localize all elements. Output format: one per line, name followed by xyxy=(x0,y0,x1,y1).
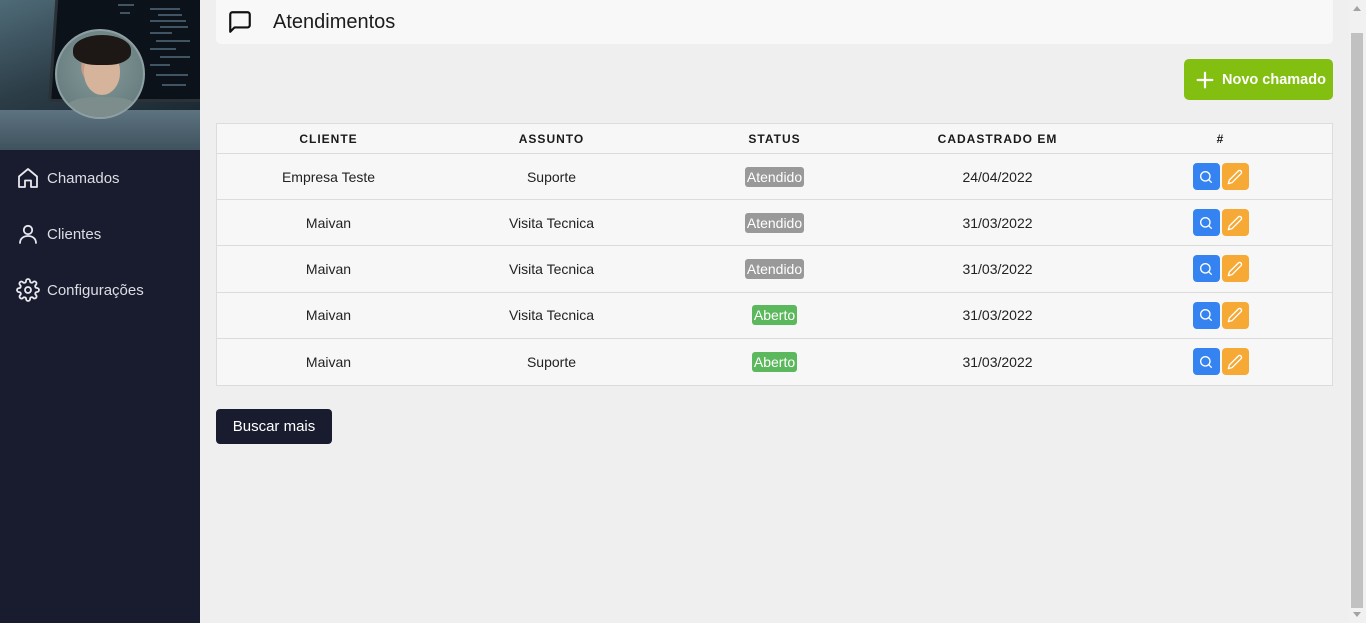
sidebar-item-configuracoes[interactable]: Configurações xyxy=(0,270,200,310)
plus-icon xyxy=(1196,71,1214,88)
sidebar-item-label: Configurações xyxy=(47,281,144,299)
status-badge: Atendido xyxy=(744,166,805,187)
edit-button[interactable] xyxy=(1221,348,1249,376)
load-more-button[interactable]: Buscar mais xyxy=(216,409,332,444)
cell-assunto: Suporte xyxy=(526,168,577,185)
view-button[interactable] xyxy=(1192,255,1220,283)
view-button[interactable] xyxy=(1192,163,1220,191)
scroll-thumb[interactable] xyxy=(1351,33,1363,608)
status-badge: Aberto xyxy=(751,305,798,326)
edit-button[interactable] xyxy=(1221,209,1249,237)
sidebar-item-clientes[interactable]: Clientes xyxy=(0,214,200,254)
cell-cadastrado: 31/03/2022 xyxy=(962,307,1033,324)
column-header-cliente: CLIENTE xyxy=(299,132,358,146)
cell-assunto: Suporte xyxy=(526,353,577,370)
message-square-icon xyxy=(229,11,251,33)
cell-assunto: Visita Tecnica xyxy=(508,260,595,277)
view-button[interactable] xyxy=(1192,209,1220,237)
pencil-icon xyxy=(1227,169,1243,184)
pencil-icon xyxy=(1227,215,1243,231)
pencil-icon xyxy=(1227,261,1243,277)
scroll-down-arrow-icon[interactable] xyxy=(1353,612,1361,617)
cell-assunto: Visita Tecnica xyxy=(508,307,595,324)
cell-cliente: Maivan xyxy=(305,307,352,324)
status-badge: Aberto xyxy=(751,351,798,372)
cell-cliente: Maivan xyxy=(305,260,352,277)
edit-button[interactable] xyxy=(1221,255,1249,283)
table-header: CLIENTE ASSUNTO STATUS CADASTRADO EM # xyxy=(217,124,1332,154)
cell-cliente: Maivan xyxy=(305,214,352,231)
page-header: Atendimentos xyxy=(216,0,1333,44)
search-icon xyxy=(1200,262,1212,275)
table-row: Empresa Teste Suporte Atendido 24/04/202… xyxy=(217,154,1332,201)
search-icon xyxy=(1200,216,1212,229)
new-ticket-label: Novo chamado xyxy=(1222,71,1326,88)
sidebar: Chamados Clientes Configurações xyxy=(0,0,200,623)
column-header-cadastrado: CADASTRADO EM xyxy=(937,132,1058,146)
pencil-icon xyxy=(1227,354,1243,370)
cell-cliente: Maivan xyxy=(305,353,352,370)
tickets-table: CLIENTE ASSUNTO STATUS CADASTRADO EM # E… xyxy=(216,123,1333,386)
cell-cliente: Empresa Teste xyxy=(281,168,376,185)
column-header-actions: # xyxy=(1216,132,1225,146)
new-ticket-button[interactable]: Novo chamado xyxy=(1184,59,1333,100)
search-icon xyxy=(1200,309,1212,322)
edit-button[interactable] xyxy=(1221,301,1249,329)
view-button[interactable] xyxy=(1192,348,1220,376)
home-icon xyxy=(18,168,38,188)
cell-cadastrado: 31/03/2022 xyxy=(962,214,1033,231)
cell-assunto: Visita Tecnica xyxy=(508,214,595,231)
column-header-status: STATUS xyxy=(748,132,801,146)
cell-cadastrado: 31/03/2022 xyxy=(962,260,1033,277)
page-title: Atendimentos xyxy=(273,10,396,33)
table-row: Maivan Visita Tecnica Atendido 31/03/202… xyxy=(217,246,1332,293)
status-badge: Atendido xyxy=(744,212,805,233)
cell-cadastrado: 24/04/2022 xyxy=(962,168,1033,185)
sidebar-item-label: Chamados xyxy=(47,169,120,187)
search-icon xyxy=(1200,355,1212,368)
edit-button[interactable] xyxy=(1221,163,1249,191)
view-button[interactable] xyxy=(1192,301,1220,329)
sidebar-item-chamados[interactable]: Chamados xyxy=(0,158,200,198)
gear-icon xyxy=(16,278,40,302)
table-row: Maivan Visita Tecnica Aberto 31/03/2022 xyxy=(217,292,1332,339)
user-icon xyxy=(19,224,37,244)
sidebar-cover-image xyxy=(0,0,200,150)
table-row: Maivan Visita Tecnica Atendido 31/03/202… xyxy=(217,200,1332,247)
sidebar-item-label: Clientes xyxy=(47,225,102,243)
scroll-up-arrow-icon[interactable] xyxy=(1353,6,1361,11)
column-header-assunto: ASSUNTO xyxy=(518,132,585,146)
search-icon xyxy=(1200,170,1212,183)
page-scrollbar[interactable] xyxy=(1349,0,1366,623)
avatar xyxy=(55,29,145,119)
status-badge: Atendido xyxy=(744,258,805,279)
table-row: Maivan Suporte Aberto 31/03/2022 xyxy=(217,338,1332,385)
pencil-icon xyxy=(1227,308,1243,323)
cell-cadastrado: 31/03/2022 xyxy=(962,353,1033,370)
